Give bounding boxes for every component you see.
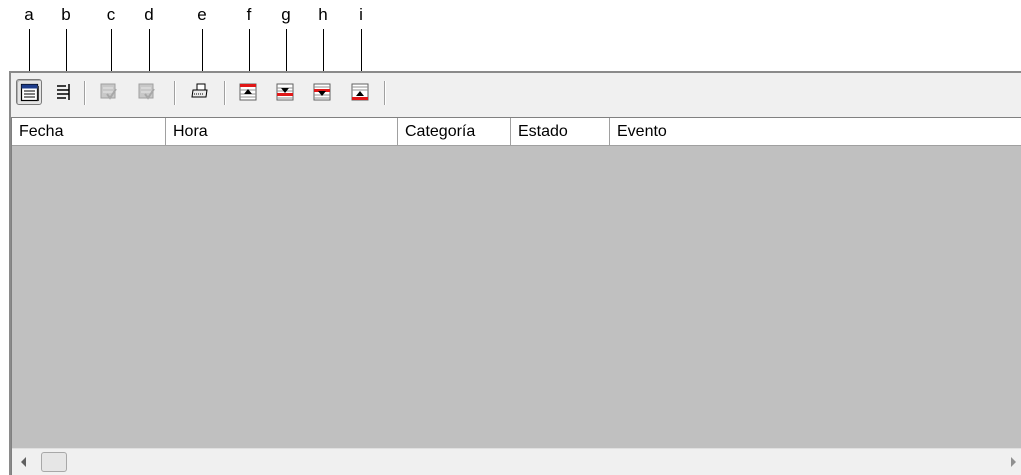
callout-line-g [286, 29, 287, 72]
first-record-button[interactable] [235, 79, 261, 105]
callout-e: e [197, 5, 207, 24]
callout-line-a [29, 29, 30, 72]
last-record-icon [351, 83, 369, 101]
column-header-categoria[interactable]: Categoría [398, 118, 511, 145]
column-header-fecha[interactable]: Fecha [12, 118, 166, 145]
printer-icon [191, 83, 208, 98]
scroll-right-arrow-icon[interactable] [1011, 457, 1016, 467]
event-list-area[interactable] [12, 146, 1021, 448]
column-header-estado[interactable]: Estado [511, 118, 610, 145]
event-grid: Fecha Hora Categoría Estado Evento [11, 117, 1021, 475]
callout-line-e [202, 29, 203, 72]
tree-view-icon [57, 84, 70, 100]
column-header-hora[interactable]: Hora [166, 118, 398, 145]
callout-line-h [323, 29, 324, 72]
column-header-row: Fecha Hora Categoría Estado Evento [12, 118, 1021, 146]
acknowledge-button[interactable] [96, 79, 122, 105]
column-header-evento[interactable]: Evento [610, 118, 1021, 145]
callout-i: i [359, 5, 363, 24]
acknowledge-icon [100, 83, 117, 100]
horizontal-scrollbar[interactable] [12, 448, 1021, 475]
last-record-button[interactable] [347, 79, 373, 105]
acknowledge-all-icon [138, 83, 155, 100]
next-record-icon [276, 83, 294, 101]
callout-c: c [106, 5, 116, 24]
acknowledge-all-button[interactable] [134, 79, 160, 105]
callout-b: b [61, 5, 71, 24]
toolbar-separator [174, 81, 176, 105]
callout-d: d [144, 5, 154, 24]
callout-line-b [66, 29, 67, 72]
callout-a: a [24, 5, 34, 24]
next-record-button[interactable] [272, 79, 298, 105]
scroll-left-arrow-icon[interactable] [21, 457, 26, 467]
callout-line-f [249, 29, 250, 72]
toolbar [11, 73, 1021, 115]
callout-h: h [318, 5, 328, 24]
toolbar-separator [224, 81, 226, 105]
callout-line-d [149, 29, 150, 72]
callout-line-c [111, 29, 112, 72]
first-record-icon [239, 83, 257, 101]
event-log-icon [20, 83, 39, 102]
previous-record-button[interactable] [309, 79, 335, 105]
callout-f: f [246, 5, 252, 24]
toolbar-separator [84, 81, 86, 105]
callout-line-i [361, 29, 362, 72]
toolbar-separator [384, 81, 386, 105]
print-button[interactable] [187, 79, 213, 105]
previous-record-icon [313, 83, 331, 101]
callout-g: g [281, 5, 291, 24]
tree-view-button[interactable] [52, 79, 78, 105]
scrollbar-thumb[interactable] [41, 452, 67, 472]
event-viewer-window: Fecha Hora Categoría Estado Evento [9, 71, 1021, 475]
event-log-button[interactable] [16, 79, 42, 105]
